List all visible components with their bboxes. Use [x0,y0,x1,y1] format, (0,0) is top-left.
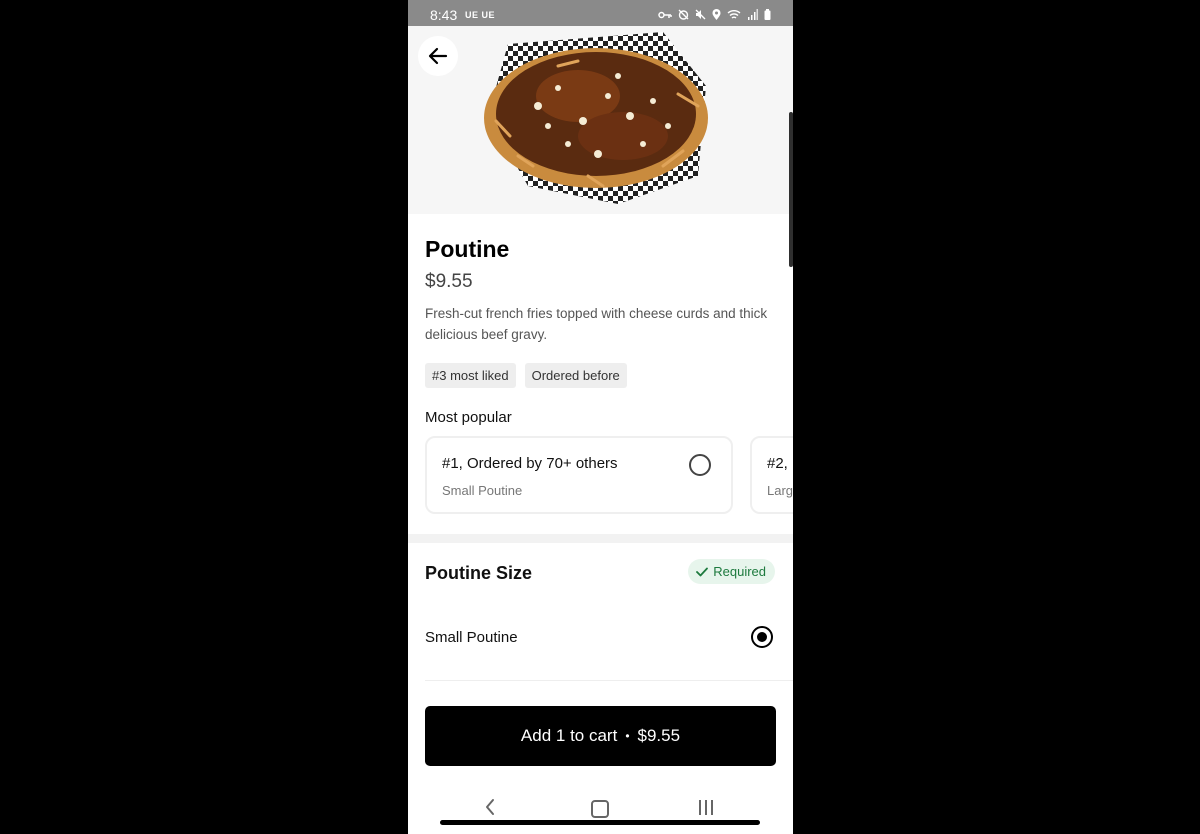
cart-button-label: Add 1 to cart [520,726,618,745]
section-divider [408,534,793,543]
most-popular-label: Most popular [425,409,512,426]
alarm-icon [678,8,689,23]
radio-dot [757,632,767,642]
popular-card-1[interactable]: #1, Ordered by 70+ others Small Poutine [425,436,733,514]
tag-most-liked: #3 most liked [425,363,516,388]
cart-button-price: $9.55 [637,726,681,745]
home-indicator[interactable] [440,820,760,825]
radio-selected-icon[interactable] [751,626,773,648]
radio-unselected-icon[interactable] [689,454,711,476]
item-price: $9.55 [425,271,473,292]
popular-card-title: #1, Ordered by 70+ others [442,455,618,472]
poutine-image [484,32,708,204]
status-time: 8:43 [430,7,458,23]
mute-icon [695,8,706,23]
status-carrier: UE UE [465,10,496,20]
popular-card-2[interactable]: #2, Larg [750,436,793,514]
wifi-icon [727,8,741,23]
battery-icon [764,8,771,23]
phone-screen: 8:43 UE UE Poutine $9.55 Fresh-cut frenc… [408,0,793,834]
status-icons [658,8,771,23]
required-badge: Required [688,559,775,584]
popular-card-subtitle: Larg [767,483,793,498]
key-icon [658,8,672,23]
back-button[interactable] [418,36,458,76]
item-photo [408,26,793,214]
signal-icon [747,8,758,23]
size-option-small[interactable]: Small Poutine [425,620,775,656]
row-divider [425,680,793,681]
item-title: Poutine [425,236,510,262]
item-description: Fresh-cut french fries topped with chees… [425,306,768,342]
scrollbar[interactable] [789,112,793,267]
size-section-title: Poutine Size [425,563,533,583]
popular-card-title: #2, [767,455,788,472]
popular-card-subtitle: Small Poutine [442,483,523,498]
arrow-left-icon [428,47,448,65]
check-icon [696,567,709,576]
location-icon [712,8,721,23]
add-to-cart-button[interactable]: Add 1 to cart • $9.55 [425,706,776,766]
item-tags: #3 most liked Ordered before [425,363,627,388]
size-option-label: Small Poutine [425,629,518,646]
nav-back-icon[interactable] [484,798,496,821]
system-nav-bar [408,790,793,834]
nav-recents-icon[interactable] [699,800,713,815]
status-bar: 8:43 UE UE [408,0,793,26]
required-badge-label: Required [713,564,766,579]
tag-ordered-before: Ordered before [524,363,627,388]
cart-button-separator: • [625,729,630,743]
nav-home-icon[interactable] [591,800,609,818]
